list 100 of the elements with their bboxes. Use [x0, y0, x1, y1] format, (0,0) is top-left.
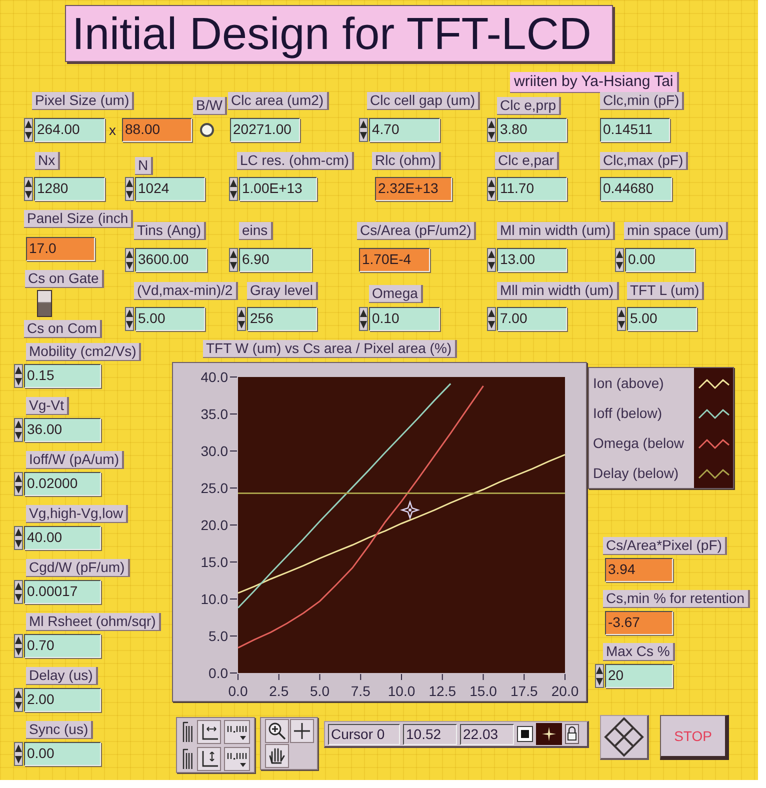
numeric-field[interactable]: 1280 — [34, 177, 105, 201]
numeric-field[interactable]: 1024 — [135, 177, 205, 201]
cursor-y-field[interactable]: 22.03 — [460, 724, 514, 744]
x-tick-label: 17.5 — [510, 683, 538, 699]
x-tick-label: 20.0 — [551, 683, 579, 699]
bracket-bars-icon[interactable] — [182, 746, 194, 770]
spin-arrows-icon[interactable] — [125, 307, 134, 331]
spin-arrows-icon[interactable] — [595, 664, 604, 688]
spin-arrows-icon[interactable] — [24, 118, 33, 142]
axis-tick: 15.0 — [200, 554, 238, 570]
spin-arrows-icon[interactable] — [359, 307, 368, 331]
numeric-field[interactable]: 7.00 — [497, 307, 567, 331]
numeric-field[interactable]: 3.80 — [497, 118, 567, 142]
spin-arrows-icon[interactable] — [359, 118, 368, 142]
cursor-x-field[interactable]: 10.52 — [403, 724, 457, 744]
x-axis-icon[interactable] — [196, 720, 220, 744]
x-tick-label: 12.5 — [428, 683, 456, 699]
spin-arrows-icon[interactable] — [615, 248, 624, 272]
numeric-field: 2.32E+13 — [375, 177, 452, 201]
numeric-field[interactable]: 4.70 — [369, 118, 440, 142]
spin-arrows-icon[interactable] — [14, 418, 23, 442]
control-label: Cs,min % for retention — [603, 590, 750, 608]
numeric-field[interactable]: 0.00 — [24, 742, 101, 766]
diamond-grid-icon — [604, 717, 644, 757]
numeric-field[interactable]: 0.00017 — [24, 580, 101, 604]
control-label: Nx — [35, 152, 60, 170]
spin-arrows-icon[interactable] — [14, 580, 23, 604]
spin-arrows-icon[interactable] — [14, 364, 23, 388]
cursor-move-button[interactable] — [600, 715, 649, 760]
author-label: wriiten by Ya-Hsiang Tai — [510, 72, 680, 93]
y-tick-label: 30.0 — [200, 443, 228, 459]
switch-option-label: Cs on Com — [24, 320, 102, 338]
numeric-field[interactable]: 40.00 — [24, 526, 101, 550]
control-label: min space (um) — [624, 222, 728, 240]
spin-arrows-icon[interactable] — [229, 177, 238, 201]
numeric-field[interactable]: 13.00 — [497, 248, 567, 272]
y-axis-icon[interactable] — [196, 746, 220, 770]
spin-arrows-icon[interactable] — [229, 248, 238, 272]
numeric-field[interactable]: 20 — [605, 664, 673, 688]
spin-arrows-icon[interactable] — [14, 526, 23, 550]
numeric-field[interactable]: 36.00 — [24, 418, 101, 442]
numeric-field: 3.94 — [605, 558, 673, 582]
numeric-field[interactable]: 0.02000 — [24, 472, 101, 496]
spin-arrows-icon[interactable] — [487, 307, 496, 331]
spin-arrows-icon[interactable] — [24, 177, 33, 201]
axis-tick: 15.0 — [470, 674, 497, 699]
spin-arrows-icon[interactable] — [125, 177, 134, 201]
spin-arrows-icon[interactable] — [237, 307, 246, 331]
numeric-field[interactable]: 6.90 — [239, 248, 312, 272]
square-marker-icon[interactable] — [517, 726, 533, 742]
numeric-field[interactable]: 0.00 — [625, 248, 695, 272]
control-label: Cs/Area (pF/um2) — [357, 222, 476, 240]
spin-arrows-icon[interactable] — [14, 472, 23, 496]
spin-arrows-icon[interactable] — [617, 307, 626, 331]
spin-arrows-icon[interactable] — [125, 248, 134, 272]
numeric-field[interactable]: 11.70 — [497, 177, 567, 201]
number-format-icon[interactable] — [224, 746, 250, 770]
numeric-field[interactable]: 256 — [247, 307, 317, 331]
toggle-switch[interactable] — [37, 290, 52, 317]
legend-label: Delay (below) — [592, 464, 680, 483]
numeric-field[interactable]: 5.00 — [135, 307, 205, 331]
numeric-field[interactable]: 0.15 — [24, 364, 101, 388]
numeric-field[interactable]: 0.10 — [369, 307, 440, 331]
legend-label: Ion (above) — [592, 374, 665, 393]
numeric-field[interactable]: 1.00E+13 — [239, 177, 317, 201]
control-label: Delay (us) — [26, 667, 98, 685]
spin-arrows-icon[interactable] — [14, 634, 23, 658]
numeric-field: 88.00 — [122, 118, 192, 142]
control-label: Clc area (um2) — [228, 92, 329, 110]
cursor-marker-icon[interactable] — [400, 500, 420, 520]
control-label: LC res. (ohm-cm) — [237, 152, 354, 170]
axis-tick: 10.0 — [388, 674, 416, 699]
spin-arrows-icon[interactable] — [487, 177, 496, 201]
control-label: Panel Size (inch — [24, 210, 134, 228]
numeric-field[interactable]: 2.00 — [24, 688, 101, 712]
y-tick-label: 5.0 — [208, 628, 228, 644]
x-tick-label: 0.0 — [228, 683, 248, 699]
y-tick-label: 25.0 — [200, 480, 228, 496]
crosshair-icon[interactable] — [290, 719, 314, 743]
numeric-field[interactable]: 3600.00 — [135, 248, 207, 272]
numeric-field[interactable]: 0.70 — [24, 634, 101, 658]
zoom-icon[interactable] — [264, 719, 288, 743]
spin-arrows-icon[interactable] — [487, 248, 496, 272]
spin-arrows-icon[interactable] — [487, 118, 496, 142]
control-label: Clc e,par — [495, 152, 560, 170]
cursor-name-field[interactable]: Cursor 0 — [328, 724, 400, 744]
control-label: (Vd,max-min)/2 — [134, 282, 238, 300]
number-format-icon[interactable] — [224, 720, 250, 744]
spin-arrows-icon[interactable] — [14, 742, 23, 766]
x-tick-label: 2.5 — [269, 683, 289, 699]
numeric-field[interactable]: 264.00 — [34, 118, 105, 142]
control-label: Sync (us) — [26, 721, 94, 739]
y-tick-label: 0.0 — [208, 665, 228, 681]
hand-icon[interactable] — [264, 744, 288, 768]
spin-arrows-icon[interactable] — [14, 688, 23, 712]
numeric-field[interactable]: 5.00 — [627, 307, 697, 331]
padlock-icon[interactable] — [565, 724, 579, 744]
axis-tick: 25.0 — [200, 480, 238, 496]
bracket-bars-icon[interactable] — [182, 720, 194, 744]
numeric-field: -3.67 — [605, 611, 673, 635]
